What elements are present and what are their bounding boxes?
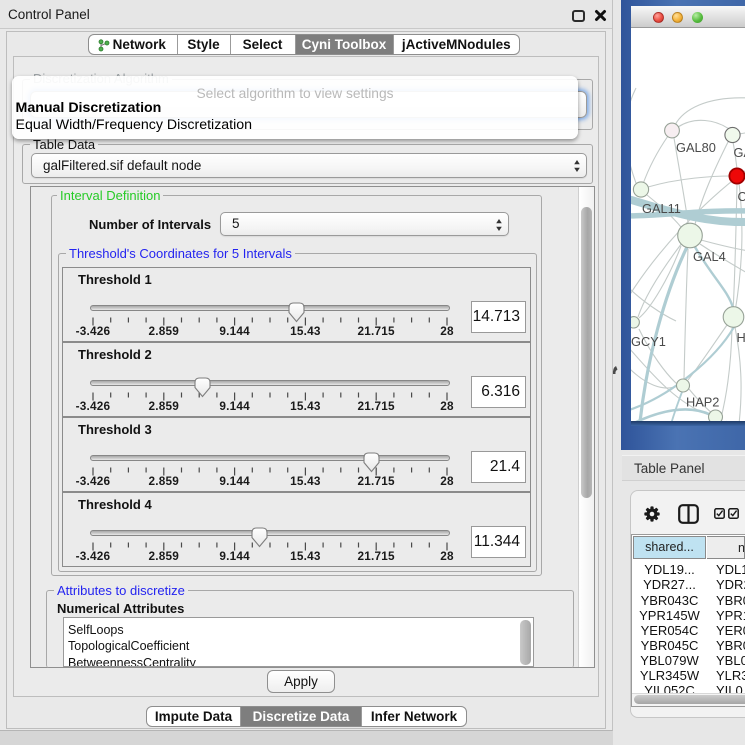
svg-text:GAL11: GAL11 — [642, 201, 681, 216]
svg-text:GAL80: GAL80 — [676, 140, 716, 155]
svg-text:GAL4: GAL4 — [693, 249, 726, 264]
svg-text:GCY1: GCY1 — [631, 334, 666, 349]
svg-text:HAP2: HAP2 — [686, 395, 719, 410]
svg-text:C: C — [738, 189, 745, 204]
svg-text:H: H — [737, 330, 745, 345]
svg-text:GA: GA — [734, 145, 745, 160]
